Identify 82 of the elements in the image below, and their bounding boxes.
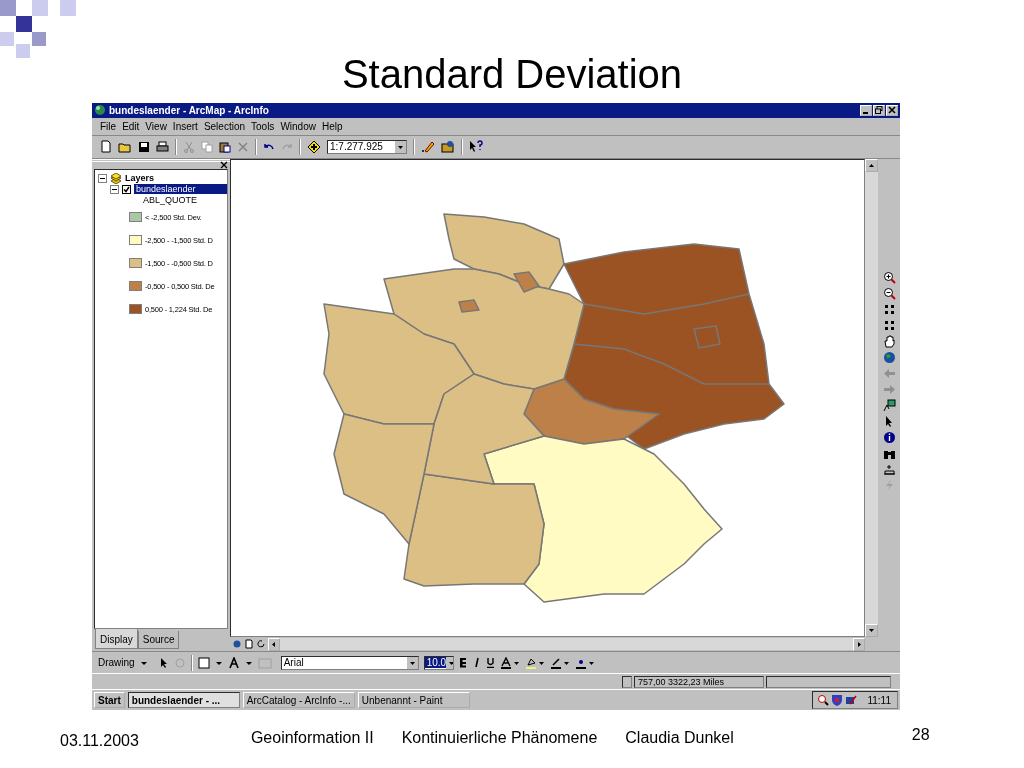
- paste-icon[interactable]: [219, 140, 231, 153]
- slide-title: Standard Deviation: [341, 52, 683, 97]
- footer-topic: Kontinuierliche Phänomene: [401, 729, 598, 747]
- globe-icon[interactable]: [882, 350, 896, 364]
- zoom-out-icon[interactable]: [882, 286, 896, 300]
- pan-icon[interactable]: [882, 334, 896, 348]
- collapse-icon[interactable]: [110, 184, 119, 194]
- dropdown-icon[interactable]: [406, 656, 418, 669]
- font-color-icon[interactable]: [499, 656, 520, 669]
- zoom-out-fixed-icon[interactable]: [882, 318, 896, 332]
- zoom-in-icon[interactable]: [882, 270, 896, 284]
- restore-button[interactable]: [873, 104, 885, 116]
- start-button[interactable]: Start: [94, 692, 125, 709]
- menu-item[interactable]: File: [100, 120, 117, 132]
- info-icon[interactable]: [882, 430, 896, 444]
- scroll-down-icon[interactable]: [865, 624, 878, 638]
- underline-icon[interactable]: [485, 657, 495, 669]
- dropdown-icon[interactable]: [395, 140, 406, 153]
- menu-item[interactable]: Selection: [203, 120, 245, 132]
- scroll-right-icon[interactable]: [853, 638, 865, 652]
- footer-author: Claudia Dunkel: [625, 729, 734, 747]
- layers-icon: [110, 172, 122, 184]
- pencil-icon[interactable]: [421, 140, 435, 154]
- pointer-icon[interactable]: [158, 656, 169, 669]
- bold-icon[interactable]: [458, 657, 468, 669]
- window-title: bundeslaender - ArcMap - ArcInfo: [109, 104, 269, 116]
- add-data-icon[interactable]: [307, 139, 321, 154]
- field-name: ABL_QUOTE: [142, 194, 199, 206]
- font-field[interactable]: Arial: [280, 655, 419, 670]
- refresh-icon[interactable]: [256, 639, 266, 650]
- restore-icon: [875, 106, 883, 115]
- menu-item[interactable]: Edit: [122, 120, 140, 132]
- globe-icon: [94, 104, 106, 117]
- zoom-fixed-icon[interactable]: [882, 302, 896, 316]
- print-icon[interactable]: [156, 140, 169, 153]
- menu-item[interactable]: Insert: [172, 120, 198, 132]
- menu-item[interactable]: Help: [321, 120, 343, 132]
- data-view-icon[interactable]: [232, 639, 242, 650]
- minimize-button[interactable]: [860, 104, 872, 116]
- scale-field[interactable]: 1:7.277.925: [327, 139, 407, 154]
- dropdown-icon[interactable]: [446, 656, 453, 669]
- vertical-scrollbar[interactable]: [865, 158, 878, 638]
- taskbar-button[interactable]: ArcCatalog - ArcInfo -...: [242, 692, 355, 709]
- horizontal-scrollbar[interactable]: [268, 638, 865, 651]
- taskbar-button[interactable]: Unbenannt - Paint: [357, 692, 470, 709]
- folder-icon[interactable]: [118, 140, 132, 153]
- help-pointer-icon[interactable]: [469, 140, 483, 154]
- magnifier-icon[interactable]: [817, 694, 830, 707]
- menu-item[interactable]: View: [145, 120, 167, 132]
- status-panel: [622, 675, 632, 688]
- tree-item[interactable]: bundeslaender: [134, 184, 227, 195]
- italic-icon[interactable]: [472, 657, 481, 669]
- map-identify-icon[interactable]: [882, 398, 896, 412]
- new-document-icon[interactable]: [100, 140, 112, 154]
- undo-icon[interactable]: [263, 141, 275, 152]
- footer-date: 03.11.2003: [60, 732, 139, 750]
- checkbox[interactable]: [122, 184, 131, 194]
- footer-course: Geoinformation II: [250, 729, 374, 747]
- menu-item[interactable]: Window: [280, 120, 316, 132]
- taskbar-button[interactable]: bundeslaender - ...: [127, 692, 240, 709]
- close-button[interactable]: [886, 104, 898, 116]
- close-icon: [888, 106, 896, 115]
- tab[interactable]: Source: [137, 631, 180, 650]
- rectangle-tool-icon[interactable]: [197, 656, 210, 669]
- drawing-menu[interactable]: Drawing: [98, 657, 135, 669]
- line-color-icon[interactable]: [549, 656, 570, 669]
- page-number: 28: [911, 726, 930, 744]
- shield-icon[interactable]: [831, 694, 844, 707]
- layout-view-icon[interactable]: [244, 639, 254, 650]
- clock: 11:11: [867, 694, 891, 706]
- status-coordinates: 757,00 3322,23 Miles: [634, 675, 764, 688]
- menu-item[interactable]: Tools: [251, 120, 275, 132]
- fill-color-icon[interactable]: [524, 656, 545, 669]
- font-size-field[interactable]: 10.0: [423, 655, 454, 670]
- collapse-icon[interactable]: [98, 173, 107, 183]
- save-icon[interactable]: [138, 140, 150, 153]
- close-icon[interactable]: [220, 161, 228, 170]
- text-tool-icon[interactable]: [227, 656, 240, 669]
- scroll-left-icon[interactable]: [268, 638, 280, 652]
- toolbox-icon[interactable]: [441, 140, 455, 154]
- tab[interactable]: Display: [95, 629, 138, 650]
- tree-item[interactable]: Layers: [125, 173, 155, 184]
